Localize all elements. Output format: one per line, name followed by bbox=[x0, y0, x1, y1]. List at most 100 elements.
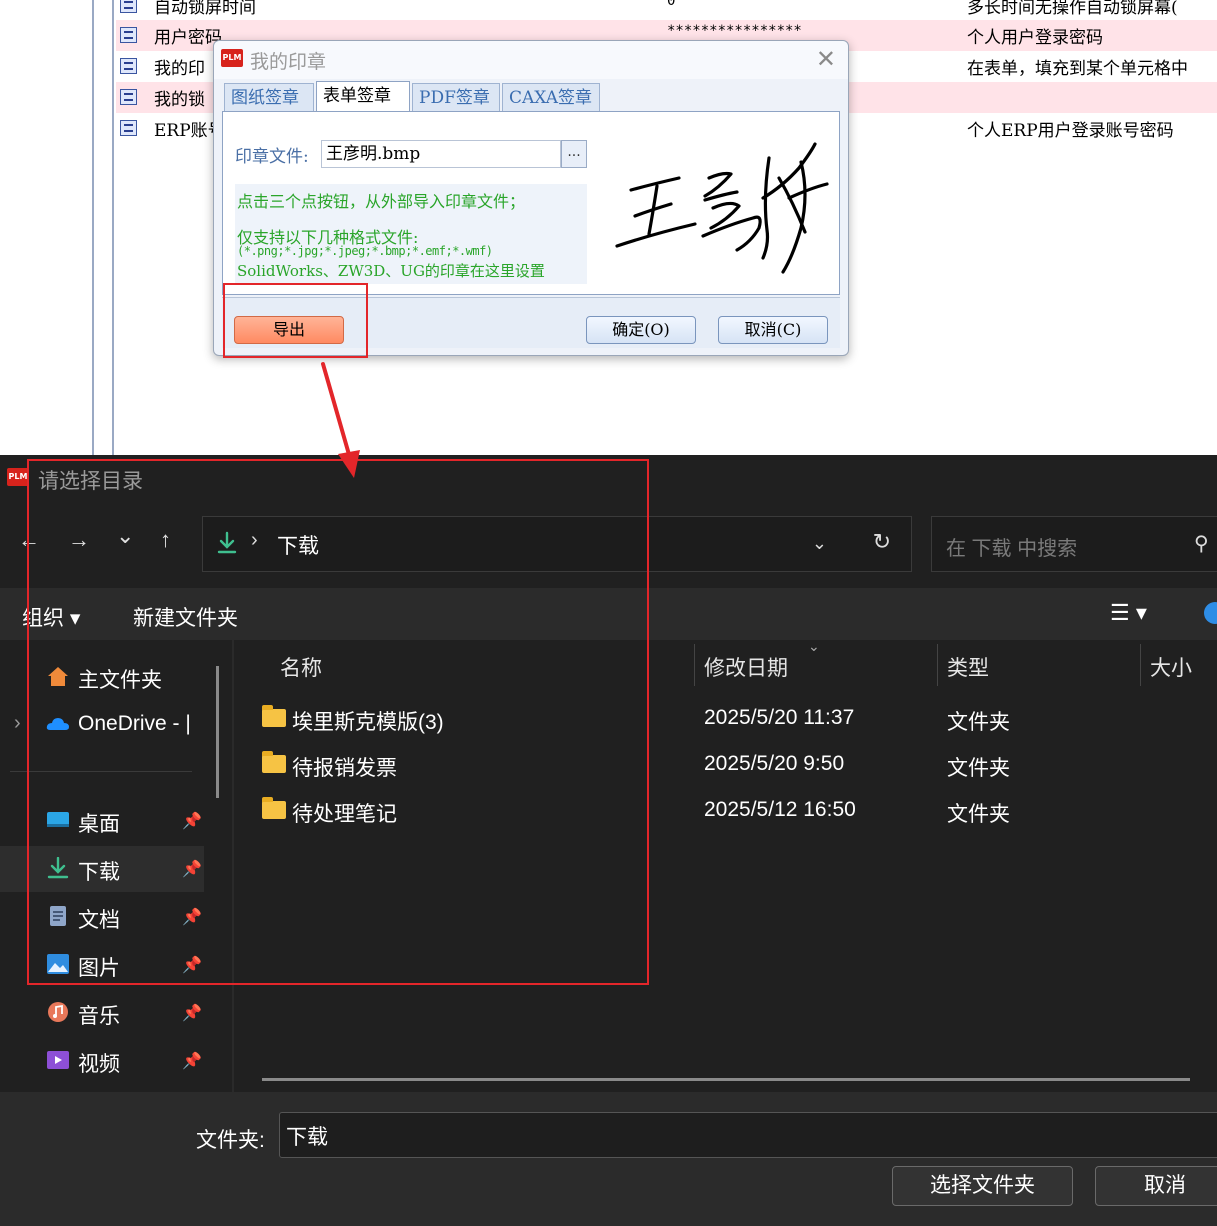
search-input[interactable]: 在 下载 中搜索 ⚲ bbox=[931, 516, 1217, 572]
chevron-down-icon[interactable]: ⌄ bbox=[812, 533, 827, 554]
pin-icon[interactable]: 📌 bbox=[182, 811, 202, 831]
forward-arrow-icon[interactable]: → bbox=[68, 527, 90, 553]
horizontal-scrollbar[interactable] bbox=[262, 1078, 1190, 1081]
file-list: 名称 修改日期 ⌄ 类型 大小 埃里斯克模版(3) 2025/5/20 11:3… bbox=[234, 638, 1217, 1092]
address-path[interactable]: 下载 bbox=[277, 530, 319, 560]
nav-item-label: 图片 bbox=[78, 957, 120, 980]
column-header-date[interactable]: 修改日期 bbox=[704, 652, 788, 682]
address-bar[interactable]: › 下载 ⌄ ↻ bbox=[202, 516, 912, 572]
video-icon bbox=[47, 1051, 69, 1069]
folder-icon bbox=[262, 751, 286, 773]
nav-item-downloads[interactable]: 下载 📌 bbox=[0, 846, 204, 892]
dialog-titlebar[interactable]: PLM 我的印章 ✕ bbox=[214, 41, 848, 79]
tab-pdf-seal[interactable]: PDF签章 bbox=[412, 83, 500, 111]
close-icon[interactable]: ✕ bbox=[816, 45, 836, 73]
column-header-type[interactable]: 类型 bbox=[947, 652, 989, 682]
navigation-pane: 主文件夹 › OneDrive - | 桌面 📌 下载 📌 文档 📌 图片 📌 bbox=[0, 640, 232, 1092]
dialog-title: 请选择目录 bbox=[38, 470, 143, 493]
file-name: 待报销发票 bbox=[292, 757, 397, 780]
pin-icon[interactable]: 📌 bbox=[182, 859, 202, 879]
file-name: 埃里斯克模版(3) bbox=[292, 711, 444, 734]
file-name: 待处理笔记 bbox=[292, 803, 397, 826]
desktop-icon bbox=[47, 812, 69, 827]
nav-item-pictures[interactable]: 图片 📌 bbox=[0, 942, 204, 988]
pin-icon[interactable]: 📌 bbox=[182, 1051, 202, 1071]
table-row[interactable]: 埃里斯克模版(3) 2025/5/20 11:37 文件夹 bbox=[258, 696, 1217, 742]
table-row[interactable]: 待处理笔记 2025/5/12 16:50 文件夹 bbox=[258, 788, 1217, 834]
search-icon[interactable]: ⚲ bbox=[1194, 531, 1209, 556]
setting-row-icon bbox=[120, 58, 137, 74]
refresh-icon[interactable]: ↻ bbox=[873, 529, 891, 555]
nav-item-documents[interactable]: 文档 📌 bbox=[0, 894, 204, 940]
setting-row-icon bbox=[120, 27, 137, 43]
plm-logo-icon: PLM bbox=[7, 468, 29, 486]
ok-button[interactable]: 确定(O) bbox=[586, 316, 696, 344]
plm-logo-icon: PLM bbox=[221, 49, 243, 67]
recent-locations-icon[interactable]: ⌄ bbox=[116, 523, 134, 549]
back-arrow-icon[interactable]: ← bbox=[18, 527, 40, 553]
folder-input[interactable]: 下载 bbox=[279, 1112, 1217, 1158]
row-value: 0 bbox=[667, 0, 676, 9]
nav-item-label: OneDrive - | bbox=[78, 712, 191, 735]
nav-item-onedrive[interactable]: › OneDrive - | bbox=[0, 702, 204, 748]
nav-item-label: 桌面 bbox=[78, 813, 120, 836]
cancel-button[interactable]: 取消 bbox=[1095, 1166, 1217, 1206]
document-icon bbox=[50, 906, 66, 926]
nav-item-music[interactable]: 音乐 📌 bbox=[0, 990, 204, 1036]
file-date: 2025/5/12 16:50 bbox=[704, 798, 856, 821]
setting-row-icon bbox=[120, 89, 137, 105]
hint-import: 点击三个点按钮，从外部导入印章文件； bbox=[237, 192, 526, 211]
table-row[interactable]: 待报销发票 2025/5/20 9:50 文件夹 bbox=[258, 742, 1217, 788]
pin-icon[interactable]: 📌 bbox=[182, 955, 202, 975]
nav-item-label: 视频 bbox=[78, 1053, 120, 1076]
setting-row-icon bbox=[120, 0, 137, 13]
tab-drawing-seal[interactable]: 图纸签章 bbox=[224, 83, 314, 111]
file-date: 2025/5/20 9:50 bbox=[704, 752, 845, 775]
expand-chevron-icon[interactable]: › bbox=[14, 712, 21, 735]
organize-menu[interactable]: 组织 ▾ bbox=[22, 602, 80, 632]
nav-scrollbar[interactable] bbox=[216, 666, 219, 798]
column-separator[interactable] bbox=[694, 644, 695, 686]
download-icon bbox=[217, 531, 237, 554]
nav-divider bbox=[10, 771, 192, 772]
nav-item-label: 主文件夹 bbox=[78, 669, 162, 692]
view-options-icon[interactable]: ☰ ▾ bbox=[1110, 600, 1147, 626]
search-placeholder: 在 下载 中搜索 bbox=[946, 538, 1078, 560]
export-button[interactable]: 导出 bbox=[234, 316, 344, 344]
dialog-title: 我的印章 bbox=[250, 51, 327, 73]
column-header-name[interactable]: 名称 bbox=[280, 652, 322, 682]
nav-item-label: 文档 bbox=[78, 909, 120, 932]
tab-caxa-seal[interactable]: CAXA签章 bbox=[502, 83, 600, 111]
help-icon[interactable] bbox=[1204, 602, 1217, 624]
column-header-size[interactable]: 大小 bbox=[1150, 652, 1192, 682]
nav-item-label: 下载 bbox=[78, 861, 120, 884]
pin-icon[interactable]: 📌 bbox=[182, 907, 202, 927]
row-value: **************** bbox=[667, 23, 802, 39]
file-type: 文件夹 bbox=[947, 803, 1010, 826]
cancel-button[interactable]: 取消(C) bbox=[718, 316, 828, 344]
new-folder-button[interactable]: 新建文件夹 bbox=[133, 602, 238, 632]
nav-item-home[interactable]: 主文件夹 bbox=[0, 654, 204, 700]
format-hint: 点击三个点按钮，从外部导入印章文件； 仅支持以下几种格式文件: (*.png;*… bbox=[235, 184, 587, 284]
browse-button[interactable]: ... bbox=[561, 140, 587, 168]
row-description: 个人ERP用户登录账号密码 bbox=[967, 121, 1174, 141]
row-description: 多长时间无操作自动锁屏幕( bbox=[967, 0, 1178, 18]
column-separator[interactable] bbox=[937, 644, 938, 686]
my-seal-dialog: PLM 我的印章 ✕ 图纸签章 表单签章 PDF签章 CAXA签章 印章文件: … bbox=[213, 40, 849, 356]
nav-item-videos[interactable]: 视频 📌 bbox=[0, 1038, 204, 1084]
table-row[interactable]: 自动锁屏时间 0 多长时间无操作自动锁屏幕( bbox=[116, 0, 1217, 21]
up-arrow-icon[interactable]: ↑ bbox=[160, 527, 171, 553]
file-date: 2025/5/20 11:37 bbox=[704, 706, 855, 729]
tab-form-seal[interactable]: 表单签章 bbox=[316, 81, 410, 113]
seal-file-input[interactable]: 王彦明.bmp bbox=[321, 140, 561, 168]
row-description: 个人用户登录密码 bbox=[967, 28, 1103, 48]
picture-icon bbox=[47, 954, 69, 974]
select-folder-button[interactable]: 选择文件夹 bbox=[892, 1166, 1073, 1206]
column-separator[interactable] bbox=[1140, 644, 1141, 686]
folder-icon bbox=[262, 797, 286, 819]
nav-item-desktop[interactable]: 桌面 📌 bbox=[0, 798, 204, 844]
row-name: 我的印 bbox=[154, 59, 205, 79]
signature-preview bbox=[613, 138, 829, 280]
hint-cad-note: SolidWorks、ZW3D、UG的印章在这里设置 bbox=[237, 262, 545, 280]
pin-icon[interactable]: 📌 bbox=[182, 1003, 202, 1023]
